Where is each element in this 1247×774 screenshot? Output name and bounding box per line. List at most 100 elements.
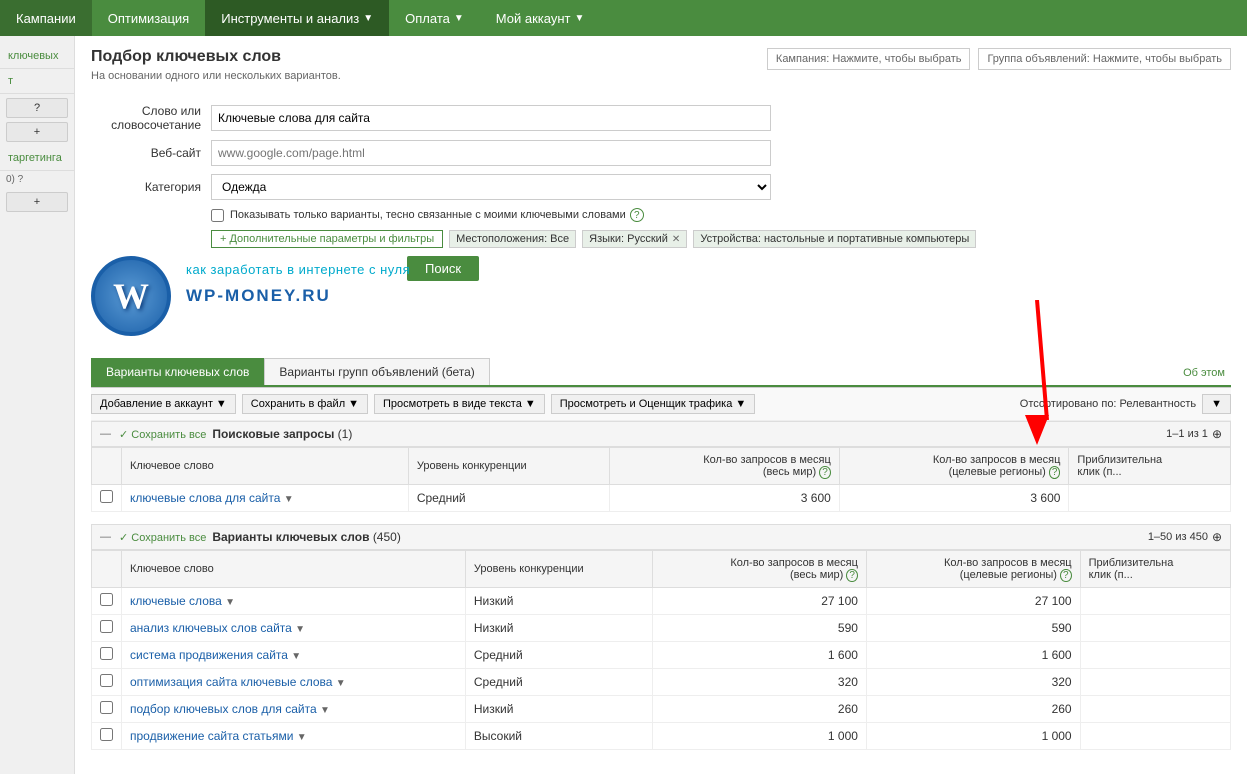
nav-campaigns[interactable]: Кампании xyxy=(0,0,92,36)
add-account-button[interactable]: Добавление в аккаунт ▼ xyxy=(91,394,236,414)
page-title: Подбор ключевых слов xyxy=(91,48,341,66)
category-select[interactable]: Одежда xyxy=(211,174,771,200)
row-checkbox[interactable] xyxy=(100,620,113,633)
competition-cell: Средний xyxy=(408,485,609,512)
keyword-link[interactable]: оптимизация сайта ключевые слова ▼ xyxy=(122,669,466,696)
filters-bar: + Дополнительные параметры и фильтры Мес… xyxy=(211,230,1231,248)
keyword-variants-header: — Сохранить все Варианты ключевых слов (… xyxy=(91,524,1231,550)
nav-optimization[interactable]: Оптимизация xyxy=(92,0,206,36)
word-row: Слово илисловосочетание xyxy=(91,104,1231,132)
website-row: Веб-сайт xyxy=(91,140,1231,166)
local-monthly-cell: 1 000 xyxy=(866,723,1080,750)
watermark-url: WP-MONEY.RU xyxy=(186,286,331,306)
sidebar-item-targeting[interactable]: таргетинга xyxy=(0,146,74,171)
global-monthly-cell: 320 xyxy=(653,669,867,696)
global-monthly-cell: 27 100 xyxy=(653,588,867,615)
wp-logo: W xyxy=(91,256,171,336)
language-filter-close[interactable]: ✕ xyxy=(672,234,680,245)
category-row: Категория Одежда xyxy=(91,174,1231,200)
row-checkbox[interactable] xyxy=(100,593,113,606)
collapse-variants-button[interactable]: — xyxy=(100,531,111,543)
toolbar: Добавление в аккаунт ▼ Сохранить в файл … xyxy=(91,387,1231,421)
checkbox-row: Показывать только варианты, тесно связан… xyxy=(211,208,1231,222)
nav-account[interactable]: Мой аккаунт ▼ xyxy=(480,0,601,36)
language-filter-tag: Языки: Русский ✕ xyxy=(582,230,687,248)
sidebar: ключевых т ? + таргетинга 0) ? + xyxy=(0,36,75,774)
search-save-all[interactable]: Сохранить все xyxy=(119,428,206,441)
table-row: подбор ключевых слов для сайта ▼ Низкий … xyxy=(92,696,1231,723)
sidebar-btn-add2[interactable]: + xyxy=(6,192,68,212)
competition-cell: Низкий xyxy=(465,615,652,642)
campaign-selector[interactable]: Кампания: Нажмите, чтобы выбрать xyxy=(767,48,971,70)
keyword-variants-section: — Сохранить все Варианты ключевых слов (… xyxy=(91,524,1231,750)
th-checkbox xyxy=(92,448,122,485)
row-checkbox[interactable] xyxy=(100,647,113,660)
keyword-link[interactable]: анализ ключевых слов сайта ▼ xyxy=(122,615,466,642)
sort-button[interactable]: ▼ xyxy=(1202,394,1231,414)
nav-tools[interactable]: Инструменты и анализ ▼ xyxy=(205,0,389,36)
about-link[interactable]: Об этом xyxy=(1177,361,1231,385)
expand-filters-button[interactable]: + Дополнительные параметры и фильтры xyxy=(211,230,443,248)
watermark-tagline: как заработать в интернете с нуля xyxy=(186,262,410,277)
global-monthly-cell: 590 xyxy=(653,615,867,642)
global-monthly-cell: 1 600 xyxy=(653,642,867,669)
collapse-search-button[interactable]: — xyxy=(100,428,111,440)
keyword-link[interactable]: продвижение сайта статьями ▼ xyxy=(122,723,466,750)
keyword-link[interactable]: ключевые слова для сайта ▼ xyxy=(122,485,409,512)
tabs-bar: Варианты ключевых слов Варианты групп об… xyxy=(91,358,1231,387)
tab-keyword-variants[interactable]: Варианты ключевых слов xyxy=(91,358,264,385)
save-file-button[interactable]: Сохранить в файл ▼ xyxy=(242,394,368,414)
keyword-link[interactable]: система продвижения сайта ▼ xyxy=(122,642,466,669)
vth-local-monthly: Кол-во запросов в месяц(целевые регионы)… xyxy=(866,551,1080,588)
sidebar-item-t[interactable]: т xyxy=(0,69,74,94)
row-checkbox[interactable] xyxy=(100,674,113,687)
keyword-link[interactable]: подбор ключевых слов для сайта ▼ xyxy=(122,696,466,723)
local-monthly-cell: 590 xyxy=(866,615,1080,642)
variants-save-all[interactable]: Сохранить все xyxy=(119,531,206,544)
global-monthly-cell: 3 600 xyxy=(610,485,840,512)
approx-cpc-cell xyxy=(1069,485,1231,512)
chevron-down-icon: ▼ xyxy=(574,13,584,24)
word-input[interactable] xyxy=(211,105,771,131)
row-checkbox[interactable] xyxy=(100,490,113,503)
table-row: оптимизация сайта ключевые слова ▼ Средн… xyxy=(92,669,1231,696)
sidebar-item-keywords[interactable]: ключевых xyxy=(0,44,74,69)
competition-cell: Высокий xyxy=(465,723,652,750)
local-monthly-cell: 260 xyxy=(866,696,1080,723)
approx-cpc-cell xyxy=(1080,723,1230,750)
website-input[interactable] xyxy=(211,140,771,166)
competition-cell: Средний xyxy=(465,642,652,669)
competition-cell: Низкий xyxy=(465,588,652,615)
keyword-link[interactable]: ключевые слова ▼ xyxy=(122,588,466,615)
help-icon[interactable]: ? xyxy=(630,208,644,222)
adgroup-selector[interactable]: Группа объявлений: Нажмите, чтобы выбрат… xyxy=(978,48,1231,70)
row-checkbox[interactable] xyxy=(100,728,113,741)
devices-filter-tag: Устройства: настольные и портативные ком… xyxy=(693,230,976,248)
table-row: анализ ключевых слов сайта ▼ Низкий 590 … xyxy=(92,615,1231,642)
table-row: ключевые слова ▼ Низкий 27 100 27 100 xyxy=(92,588,1231,615)
location-filter-tag: Местоположения: Все xyxy=(449,230,576,248)
search-queries-header-row: Ключевое слово Уровень конкуренции Кол-в… xyxy=(92,448,1231,485)
pagination-nav-icon[interactable]: ⊕ xyxy=(1212,427,1222,441)
global-monthly-cell: 260 xyxy=(653,696,867,723)
chevron-down-icon: ▼ xyxy=(363,13,373,24)
tab-adgroup-variants[interactable]: Варианты групп объявлений (бета) xyxy=(264,358,489,385)
table-row: продвижение сайта статьями ▼ Высокий 1 0… xyxy=(92,723,1231,750)
view-text-button[interactable]: Просмотреть в виде текста ▼ xyxy=(374,394,545,414)
campaign-selectors: Кампания: Нажмите, чтобы выбрать Группа … xyxy=(767,48,1231,70)
chevron-down-icon: ▼ xyxy=(216,398,227,410)
sidebar-btn-help[interactable]: ? xyxy=(6,98,68,118)
sidebar-count: 0) ? xyxy=(0,171,74,188)
vth-keyword: Ключевое слово xyxy=(122,551,466,588)
pagination-nav-icon2[interactable]: ⊕ xyxy=(1212,530,1222,544)
view-traffic-button[interactable]: Просмотреть и Оценщик трафика ▼ xyxy=(551,394,756,414)
related-only-checkbox[interactable] xyxy=(211,209,224,222)
word-label: Слово илисловосочетание xyxy=(91,104,211,132)
sidebar-btn-add[interactable]: + xyxy=(6,122,68,142)
search-queries-table: Ключевое слово Уровень конкуренции Кол-в… xyxy=(91,447,1231,512)
keyword-variants-title: Варианты ключевых слов (450) xyxy=(212,530,400,544)
nav-payment[interactable]: Оплата ▼ xyxy=(389,0,480,36)
row-checkbox[interactable] xyxy=(100,701,113,714)
chevron-down-icon: ▼ xyxy=(454,13,464,24)
search-button[interactable]: Поиск xyxy=(407,256,479,281)
